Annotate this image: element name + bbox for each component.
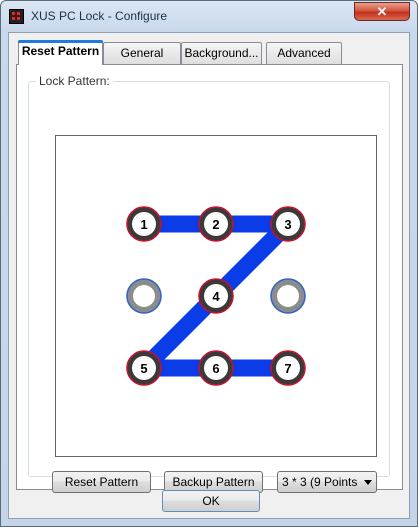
pattern-point-6[interactable]: 6 xyxy=(198,350,234,386)
app-icon xyxy=(9,9,24,24)
pattern-point-label: 6 xyxy=(212,361,219,376)
pattern-point-7[interactable]: 7 xyxy=(270,350,306,386)
pattern-point-4[interactable]: 4 xyxy=(198,278,234,314)
tab-background[interactable]: Background... xyxy=(181,42,262,64)
tab-general[interactable]: General xyxy=(103,42,181,64)
pattern-point-label: 1 xyxy=(140,217,147,232)
tab-reset-pattern[interactable]: Reset Pattern xyxy=(18,40,103,65)
pattern-point-label: 5 xyxy=(140,361,147,376)
tab-advanced[interactable]: Advanced xyxy=(266,42,342,64)
dialog-client-area: Reset Pattern General Background... Adva… xyxy=(8,32,410,519)
pattern-point-2[interactable]: 2 xyxy=(198,206,234,242)
pattern-drawing: 1 2 3 4 5 6 7 xyxy=(126,206,306,386)
close-button[interactable]: ✕ xyxy=(354,2,410,21)
pattern-point-label: 4 xyxy=(212,289,220,304)
pattern-point-5[interactable]: 5 xyxy=(126,350,162,386)
pattern-point-label: 3 xyxy=(284,217,291,232)
pattern-point-label: 2 xyxy=(212,217,219,232)
pattern-point-empty[interactable] xyxy=(126,278,162,314)
pattern-point-label: 7 xyxy=(284,361,291,376)
pattern-point-empty[interactable] xyxy=(270,278,306,314)
window-title: XUS PC Lock - Configure xyxy=(31,9,168,23)
grid-size-value: 3 * 3 (9 Points xyxy=(282,475,358,489)
reset-pattern-panel: Lock Pattern: 1234567 Reset Pattern Back… xyxy=(16,64,403,493)
ok-button[interactable]: OK xyxy=(162,490,260,512)
title-bar[interactable]: XUS PC Lock - Configure ✕ xyxy=(1,1,417,31)
close-icon: ✕ xyxy=(376,4,388,19)
pattern-point-1[interactable]: 1 xyxy=(126,206,162,242)
chevron-down-icon xyxy=(364,480,372,485)
lock-pattern-label: Lock Pattern: xyxy=(36,74,113,88)
configure-window: XUS PC Lock - Configure ✕ Reset Pattern … xyxy=(0,0,418,527)
reset-pattern-button[interactable]: Reset Pattern xyxy=(52,471,151,493)
pattern-point-3[interactable]: 3 xyxy=(270,206,306,242)
pattern-canvas[interactable]: 1 2 3 4 5 6 7 xyxy=(55,135,377,457)
grid-size-select[interactable]: 3 * 3 (9 Points xyxy=(277,471,377,493)
